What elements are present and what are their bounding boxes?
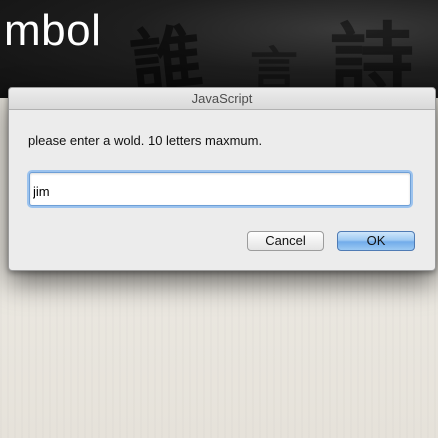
calligraphy-glyph: 誰 (126, 14, 207, 98)
calligraphy-glyph: 詩 (330, 13, 415, 98)
cancel-button[interactable]: Cancel (247, 231, 324, 251)
page-header-background: 誰 言 詩 mbol (0, 0, 438, 98)
dialog-title: JavaScript (9, 88, 435, 110)
javascript-prompt-dialog: JavaScript please enter a wold. 10 lette… (8, 87, 436, 271)
ok-button[interactable]: OK (337, 231, 415, 251)
dialog-message: please enter a wold. 10 letters maxmum. (28, 133, 263, 148)
page-title: mbol (4, 6, 102, 55)
prompt-input[interactable] (29, 172, 411, 206)
